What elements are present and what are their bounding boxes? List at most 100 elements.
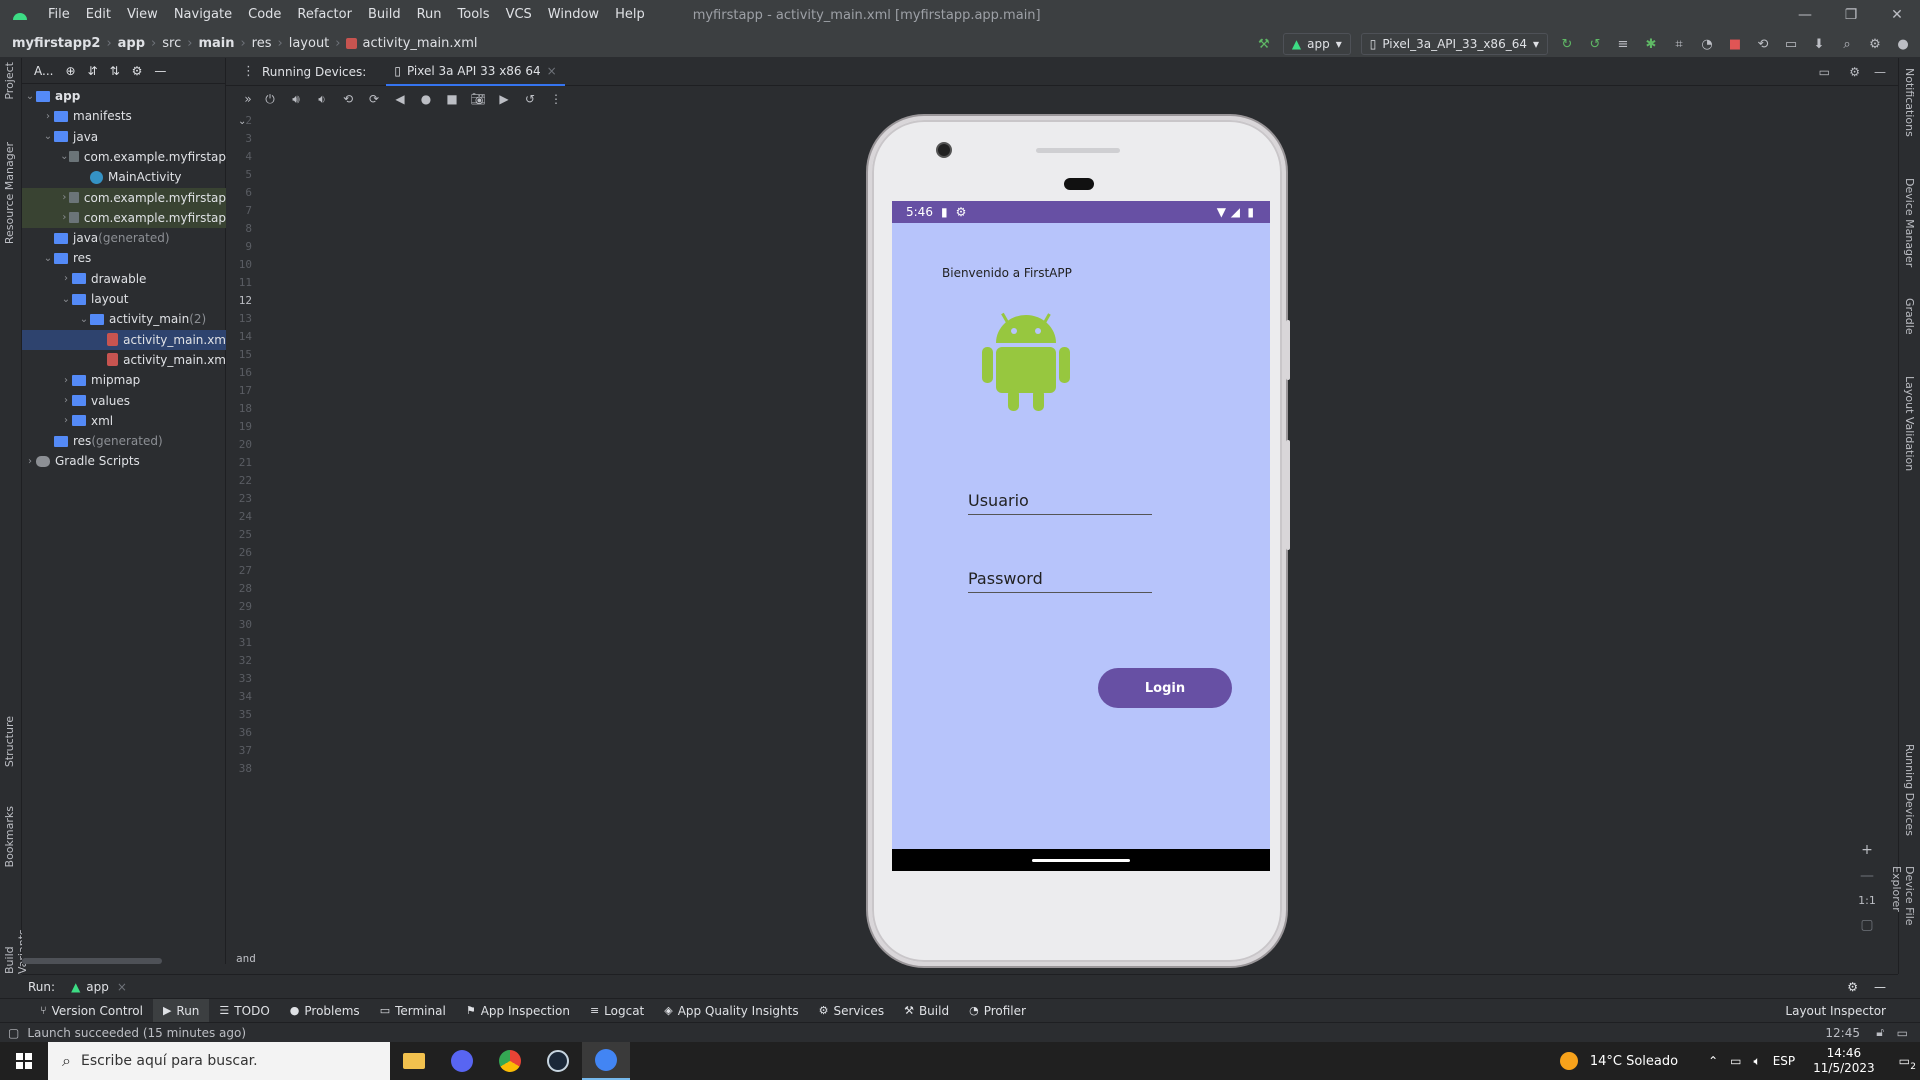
- hide-icon[interactable]: —: [154, 64, 166, 78]
- record-icon[interactable]: ▶: [496, 92, 512, 106]
- snapshot-icon[interactable]: ↺: [522, 92, 538, 106]
- tab-run[interactable]: ▶ Run: [152, 998, 210, 1023]
- run-config-tab[interactable]: app: [86, 980, 109, 994]
- tree-item[interactable]: › values: [22, 391, 226, 411]
- network-icon[interactable]: ▭: [1730, 1054, 1741, 1068]
- close-window-button[interactable]: ✕: [1874, 0, 1920, 30]
- breadcrumb-item[interactable]: activity_main.xml: [362, 36, 477, 51]
- tree-item[interactable]: › com.example.myfirstap: [22, 207, 226, 228]
- breadcrumb-item[interactable]: app: [118, 36, 145, 51]
- panel-title[interactable]: A...: [34, 64, 53, 78]
- debug-icon[interactable]: ✱: [1642, 35, 1660, 53]
- file-explorer-icon[interactable]: [390, 1042, 438, 1080]
- maximize-icon[interactable]: ▭: [1819, 65, 1830, 79]
- tree-item[interactable]: › drawable: [22, 269, 226, 289]
- tab-device-manager[interactable]: Device Manager: [1903, 178, 1916, 267]
- device-select[interactable]: ▯ Pixel_3a_API_33_x86_64 ▾: [1360, 33, 1548, 55]
- minimize-button[interactable]: —: [1782, 0, 1828, 30]
- tab-resource-manager[interactable]: Resource Manager: [3, 142, 16, 244]
- volume-down-icon[interactable]: 🔉︎: [314, 92, 330, 107]
- chevron-down-icon[interactable]: ⌄: [24, 91, 36, 102]
- login-button[interactable]: Login: [1098, 668, 1232, 708]
- layout-inspector-tab[interactable]: Layout Inspector: [1785, 1004, 1886, 1018]
- menu-file[interactable]: File: [40, 0, 78, 30]
- tree-item[interactable]: ⌄ java: [22, 127, 226, 147]
- stop-icon[interactable]: ■: [1726, 35, 1744, 53]
- status-message[interactable]: Launch succeeded (15 minutes ago): [27, 1026, 246, 1040]
- breadcrumb-item[interactable]: myfirstapp2: [12, 36, 100, 51]
- menu-window[interactable]: Window: [540, 0, 607, 30]
- zoom-fit-icon[interactable]: ▢: [1860, 917, 1873, 933]
- volume-up-icon[interactable]: 🔊︎: [288, 92, 304, 107]
- chevron-down-icon[interactable]: ⌄: [60, 294, 72, 305]
- tree-item[interactable]: java (generated): [22, 228, 226, 248]
- menu-refactor[interactable]: Refactor: [289, 0, 360, 30]
- android-studio-taskbar-icon[interactable]: [582, 1042, 630, 1080]
- chrome-icon[interactable]: [486, 1042, 534, 1080]
- menu-help[interactable]: Help: [607, 0, 653, 30]
- attach-debugger-icon[interactable]: ⌗: [1670, 35, 1688, 53]
- clock[interactable]: 14:46 11/5/2023: [1813, 1046, 1875, 1076]
- volume-icon[interactable]: 🔈︎: [1753, 1054, 1760, 1069]
- tree-item[interactable]: MainActivity: [22, 167, 226, 187]
- menu-vcs[interactable]: VCS: [498, 0, 540, 30]
- zoom-out-icon[interactable]: —: [1860, 868, 1874, 884]
- rotate-left-icon[interactable]: ⟲: [340, 92, 356, 106]
- chevron-down-icon[interactable]: ⌄: [60, 151, 69, 162]
- gear-icon[interactable]: ⚙: [1849, 65, 1860, 79]
- menu-edit[interactable]: Edit: [78, 0, 119, 30]
- tab-running-devices[interactable]: Running Devices: [1903, 744, 1916, 836]
- tree-item[interactable]: › mipmap: [22, 370, 226, 390]
- power-side-button[interactable]: [1286, 320, 1290, 380]
- menu-view[interactable]: View: [119, 0, 166, 30]
- back-icon[interactable]: ◀: [392, 92, 408, 106]
- lock-icon[interactable]: 🔓︎: [1876, 1025, 1884, 1040]
- gear-icon[interactable]: ⚙: [132, 64, 143, 78]
- chevron-down-icon[interactable]: ⌄: [42, 253, 54, 264]
- hide-icon[interactable]: —: [1874, 980, 1886, 994]
- chevron-right-icon[interactable]: ›: [60, 375, 72, 386]
- chevron-right-icon[interactable]: ›: [60, 395, 72, 406]
- close-icon[interactable]: ×: [547, 64, 557, 78]
- search-icon[interactable]: ⌕: [1838, 35, 1856, 53]
- chevron-up-icon[interactable]: ⌃: [1708, 1054, 1718, 1068]
- weather-text[interactable]: 14°C Soleado: [1590, 1054, 1678, 1069]
- notification-icon[interactable]: ▭ 2: [1899, 1054, 1916, 1072]
- tab-services[interactable]: ⚙ Services: [809, 999, 894, 1023]
- tab-logcat[interactable]: ≡ Logcat: [580, 999, 654, 1023]
- home-icon[interactable]: ●: [418, 92, 434, 106]
- power-icon[interactable]: ⏻: [262, 92, 278, 107]
- more-icon[interactable]: ⋮: [548, 92, 564, 106]
- chevron-right-icon[interactable]: ›: [60, 212, 69, 223]
- hammer-icon[interactable]: ⚒: [1255, 35, 1273, 53]
- chevron-right-icon[interactable]: ›: [24, 456, 36, 467]
- locate-icon[interactable]: ⊕: [65, 64, 75, 78]
- tree-item[interactable]: activity_main.xm: [22, 329, 226, 350]
- tree-item[interactable]: › com.example.myfirstap: [22, 187, 226, 208]
- tree-item[interactable]: ⌄ activity_main (2): [22, 309, 226, 329]
- expand-all-icon[interactable]: ⇵: [88, 64, 98, 78]
- tab-project[interactable]: Project: [3, 62, 16, 100]
- hide-icon[interactable]: —: [1874, 65, 1886, 79]
- rotate-right-icon[interactable]: ⟳: [366, 92, 382, 106]
- phone-screen[interactable]: 5:46 ▮ ⚙ ▼ ◢ ▮ Bienvenido a FirstAPP Usu…: [892, 201, 1270, 871]
- tree-item[interactable]: res (generated): [22, 431, 226, 451]
- tab-version-control[interactable]: ⑂ Version Control: [30, 999, 153, 1023]
- breadcrumb-item[interactable]: res: [252, 36, 272, 51]
- more-icon[interactable]: ⋮: [242, 64, 255, 79]
- overview-icon[interactable]: ■: [444, 92, 460, 106]
- password-field[interactable]: Password: [968, 569, 1152, 593]
- tab-profiler[interactable]: ◔ Profiler: [959, 999, 1036, 1023]
- menu-navigate[interactable]: Navigate: [166, 0, 240, 30]
- zoom-in-icon[interactable]: +: [1861, 842, 1873, 858]
- language-indicator[interactable]: ESP: [1773, 1054, 1795, 1068]
- username-field[interactable]: Usuario: [968, 491, 1152, 515]
- tab-structure[interactable]: Structure: [3, 716, 16, 767]
- restore-button[interactable]: ❐: [1828, 0, 1874, 30]
- tree-item[interactable]: › xml: [22, 411, 226, 431]
- menu-code[interactable]: Code: [240, 0, 289, 30]
- menu-tools[interactable]: Tools: [450, 0, 498, 30]
- gear-icon[interactable]: ⚙: [1847, 980, 1858, 994]
- breadcrumb-item[interactable]: layout: [289, 36, 330, 51]
- tab-device-file-explorer[interactable]: Device File Explorer: [1890, 866, 1916, 974]
